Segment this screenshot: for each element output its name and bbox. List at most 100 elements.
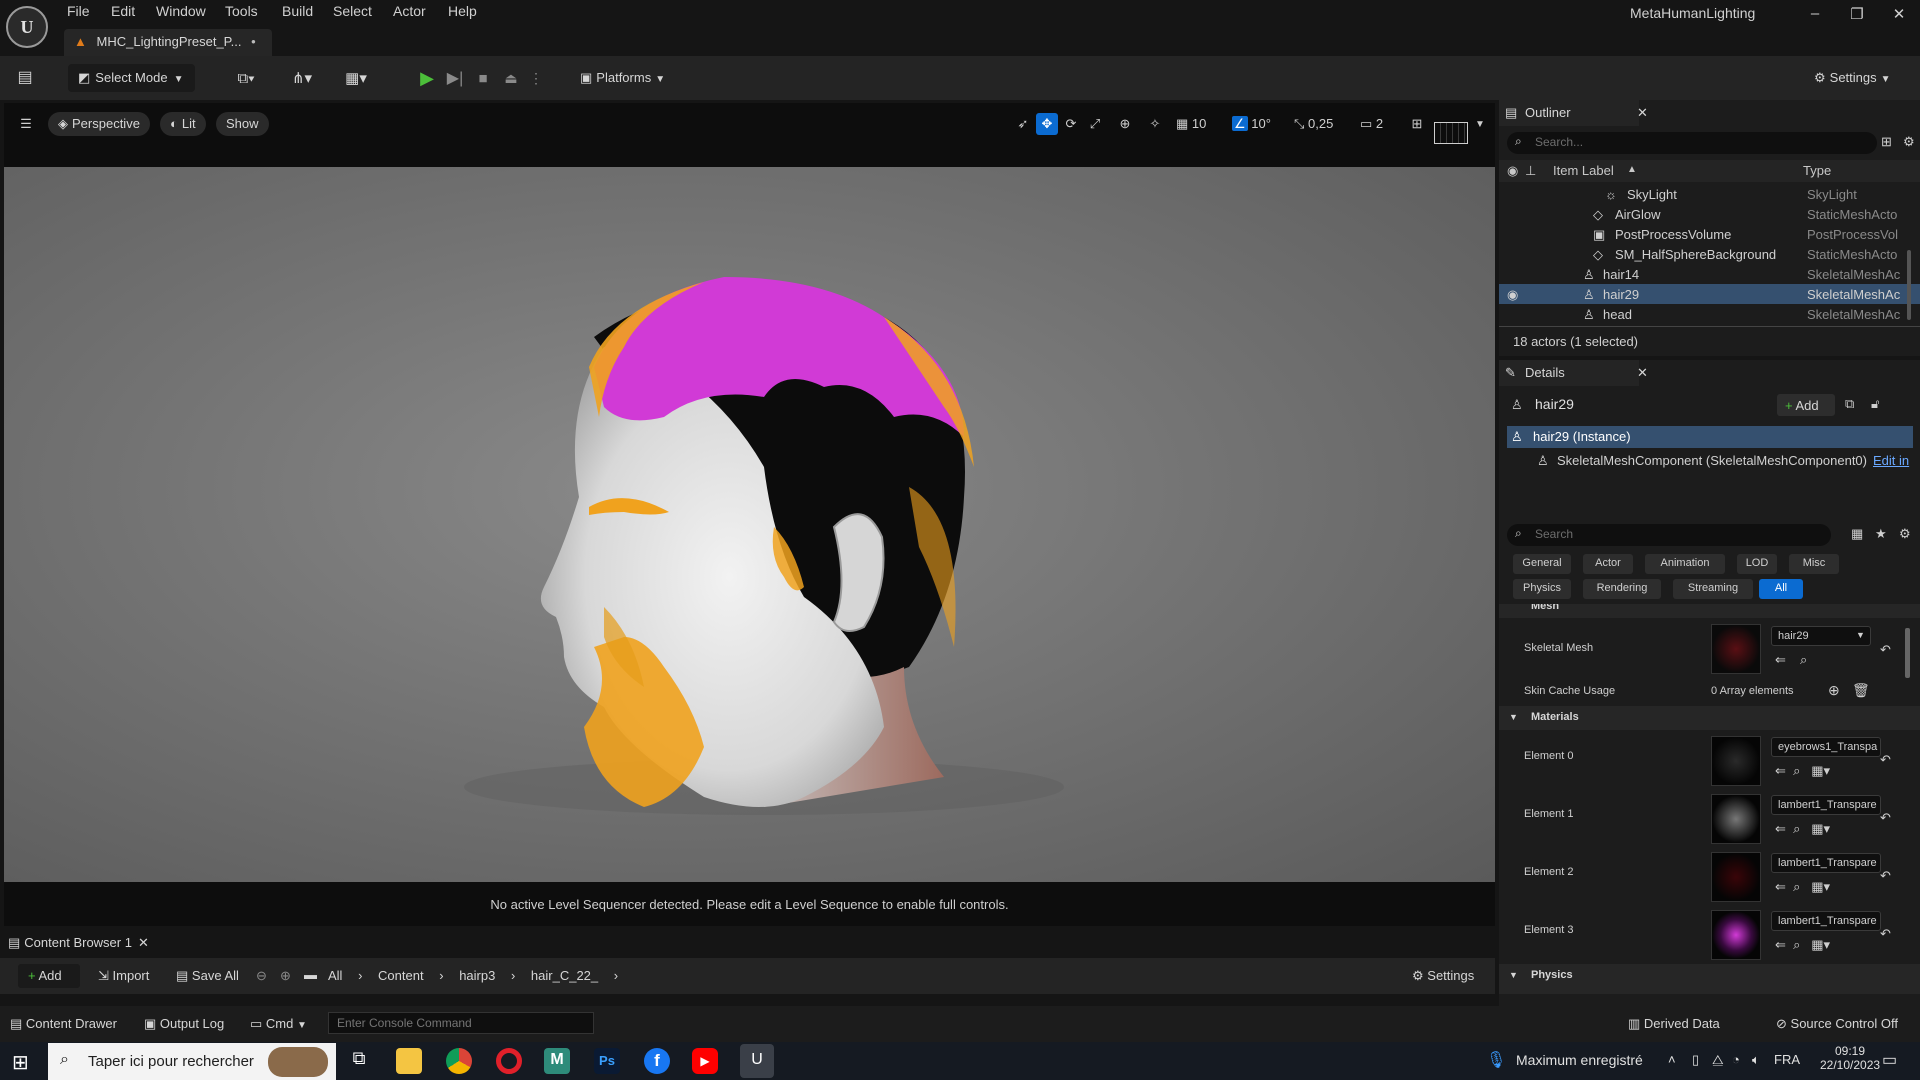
cb-import-button[interactable]: ⇲ Import [98,968,149,984]
cb-save-all-button[interactable]: ▤ Save All [176,968,239,984]
add-element-icon[interactable]: ⊕ [1828,682,1840,699]
material-actions[interactable]: ⇐ ⌕ ▦▾ [1775,821,1830,837]
file-explorer-icon[interactable] [396,1048,422,1074]
history-forward-icon[interactable]: ⊕ [280,968,291,984]
breadcrumb-content[interactable]: Content [378,968,424,983]
menu-actor[interactable]: Actor [393,3,426,19]
material-options-icon[interactable]: ▦▾ [1811,763,1830,778]
cmd-dropdown[interactable]: ▭ Cmd ▼ [250,1016,307,1032]
use-selected-icon[interactable]: ⇐ [1775,821,1786,836]
reset-icon[interactable]: ↶ [1880,926,1891,942]
browse-icon[interactable]: ⌕ [1793,879,1800,894]
skeletal-mesh-thumbnail[interactable] [1711,624,1761,674]
scale-snap-control[interactable]: ⤡ 0,25 [1294,113,1348,135]
menu-select[interactable]: Select [333,3,372,19]
details-search[interactable]: ⌕ Search [1507,524,1831,546]
photoshop-icon[interactable]: Ps [594,1048,620,1074]
chevron-up-icon[interactable]: ˄ [1668,1052,1676,1067]
history-back-icon[interactable]: ⊖ [256,968,267,984]
breadcrumb-hair-c-22[interactable]: hair_C_22_ [531,968,598,983]
viewport-layout-icon[interactable] [1434,122,1468,144]
eye-icon[interactable]: ◉ [1507,287,1518,303]
close-icon[interactable]: ✕ [1637,365,1648,381]
outliner-scrollbar[interactable] [1907,250,1911,320]
grid-snap-control[interactable]: ▦ 10 [1176,113,1220,135]
source-control-button[interactable]: ⊘ Source Control Off [1776,1016,1898,1032]
close-icon[interactable]: ✕ [1637,105,1648,121]
category-physics[interactable]: Physics [1513,579,1571,599]
component-tree-root[interactable]: ♙ hair29 (Instance) [1507,426,1913,448]
material-combo[interactable]: lambert1_Transpare [1771,795,1881,815]
reset-icon[interactable]: ↶ [1880,752,1891,768]
minimize-icon[interactable]: – [1800,5,1830,27]
category-misc[interactable]: Misc [1789,554,1839,574]
use-selected-icon[interactable]: ⇐ [1775,879,1786,894]
show-button[interactable]: Show [216,112,269,136]
outliner-row-selected[interactable]: ◉ ♙ hair29 SkeletalMeshAc [1499,284,1920,304]
gear-icon[interactable]: ⚙ [1899,526,1911,542]
save-icon[interactable]: ▤ [14,66,36,88]
unreal-logo-icon[interactable]: U [6,6,48,48]
outliner-row[interactable]: ♙ head SkeletalMeshAc [1499,304,1920,324]
lock-icon[interactable]: 🔓︎ [1871,396,1879,412]
menu-window[interactable]: Window [156,3,206,19]
browse-icon[interactable]: ⌕ [1800,652,1807,668]
outliner-row[interactable]: ▣ PostProcessVolume PostProcessVol [1499,224,1920,244]
use-selected-icon[interactable]: ⇐ [1775,763,1786,778]
material-combo[interactable]: eyebrows1_Transpa [1771,737,1881,757]
maya-icon[interactable]: M [544,1048,570,1074]
blueprint-convert-icon[interactable]: ⧉ [1845,396,1854,412]
menu-tools[interactable]: Tools [225,3,258,19]
add-folder-icon[interactable]: ⊞ [1881,134,1892,150]
menu-file[interactable]: File [67,3,90,19]
derived-data-button[interactable]: ▥ Derived Data [1628,1016,1720,1032]
physics-section-header[interactable]: ▼ Physics [1499,964,1920,994]
rotate-tool-icon[interactable]: ⟳ [1060,113,1082,135]
material-actions[interactable]: ⇐ ⌕ ▦▾ [1775,763,1830,779]
console-input[interactable] [328,1012,594,1034]
task-view-icon[interactable]: ⧉ [346,1048,372,1074]
content-browser-tab[interactable]: ▤ Content Browser 1 ✕ [8,935,149,951]
material-actions[interactable]: ⇐ ⌕ ▦▾ [1775,937,1830,953]
browse-icon[interactable]: ⌕ [1793,821,1800,836]
star-icon[interactable]: ★ [1875,526,1887,542]
material-thumbnail[interactable] [1711,852,1761,902]
perspective-button[interactable]: ◈ Perspective [48,112,150,136]
details-add-button[interactable]: + Add [1777,394,1835,416]
browse-icon[interactable]: ⌕ [1793,937,1800,952]
lit-button[interactable]: ◐ Lit [160,112,206,136]
outliner-tab[interactable]: ▤ Outliner ✕ [1499,100,1648,126]
category-rendering[interactable]: Rendering [1583,579,1661,599]
material-thumbnail[interactable] [1711,910,1761,960]
breadcrumb-hairp3[interactable]: hairp3 [459,968,495,983]
youtube-icon[interactable]: ▶ [692,1048,718,1074]
blueprint-icon[interactable]: ⋔▾ [282,64,322,92]
volume-icon[interactable]: 🔈︎ [1752,1052,1760,1068]
category-animation[interactable]: Animation [1645,554,1725,574]
more-options-icon[interactable]: ⋮ [528,64,544,92]
hamburger-menu-icon[interactable]: ☰ [14,114,38,134]
breadcrumb-all[interactable]: All [328,968,342,983]
cinematics-icon[interactable]: ▦▾ [336,64,376,92]
facebook-icon[interactable]: f [644,1048,670,1074]
angle-snap-control[interactable]: ∠ 10° [1232,113,1280,135]
outliner-row[interactable]: ☼ SkyLight SkyLight [1499,184,1920,204]
table-view-icon[interactable]: ▦ [1851,526,1863,542]
chrome-icon[interactable] [446,1048,472,1074]
materials-section-header[interactable]: ▼ Materials [1499,706,1920,730]
scale-tool-icon[interactable]: ⤢ [1084,113,1106,135]
network-icon[interactable]: ⧋ [1712,1052,1724,1068]
reset-icon[interactable]: ↶ [1880,642,1891,658]
restore-icon[interactable]: ❐ [1842,5,1872,27]
outliner-row[interactable]: ◇ AirGlow StaticMeshActo [1499,204,1920,224]
notification-center-icon[interactable]: ▭ [1882,1050,1897,1070]
category-streaming[interactable]: Streaming [1673,579,1753,599]
viewport-3d[interactable] [4,167,1495,882]
material-combo[interactable]: lambert1_Transpare [1771,853,1881,873]
category-all[interactable]: All [1759,579,1803,599]
material-thumbnail[interactable] [1711,736,1761,786]
wifi-icon[interactable]: ◔ [1732,1052,1740,1067]
add-actor-icon[interactable]: ⧉▾ [226,64,266,92]
world-space-icon[interactable]: ⊕ [1114,113,1136,135]
menu-edit[interactable]: Edit [111,3,135,19]
